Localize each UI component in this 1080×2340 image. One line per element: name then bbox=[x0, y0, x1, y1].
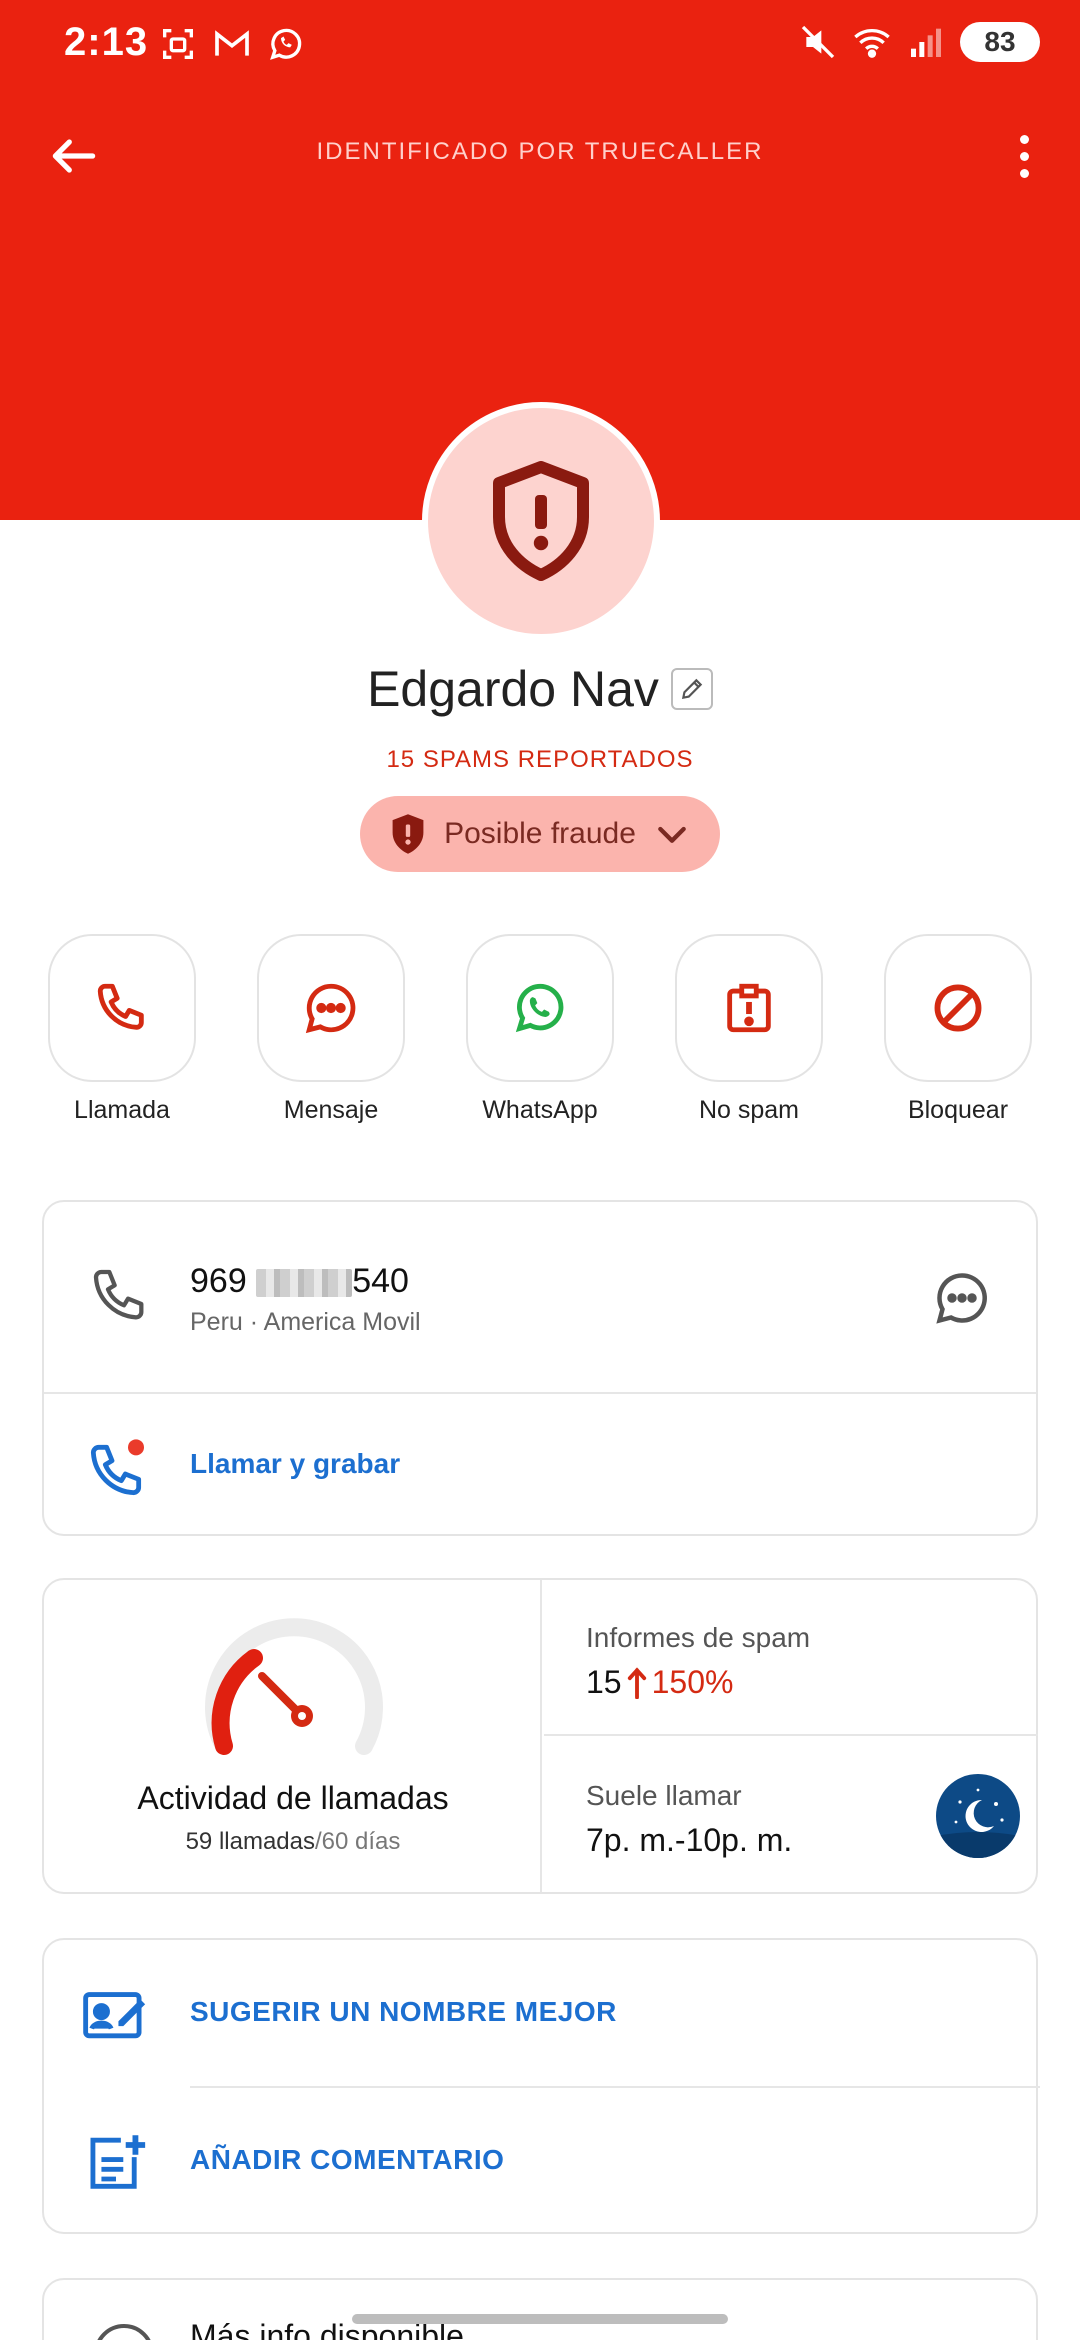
status-time: 2:13 bbox=[64, 20, 149, 64]
message-label: Mensaje bbox=[283, 1096, 379, 1124]
mute-icon bbox=[801, 25, 835, 59]
screenshot-icon bbox=[163, 29, 193, 59]
add-comment-label: AÑADIR COMENTARIO bbox=[190, 2144, 505, 2175]
block-button[interactable] bbox=[884, 934, 1032, 1082]
not-spam-label: No spam bbox=[698, 1096, 800, 1124]
avatar bbox=[422, 402, 660, 640]
redacted-digits bbox=[256, 1269, 353, 1298]
app-bar-title: IDENTIFICADO POR TRUECALLER bbox=[316, 138, 764, 165]
number-card: 969 540 Peru · America Movil Llamar y gr… bbox=[42, 1200, 1038, 1536]
call-and-record-label: Llamar y grabar bbox=[190, 1448, 401, 1479]
info-icon bbox=[94, 2324, 154, 2340]
sms-icon[interactable] bbox=[932, 1268, 992, 1328]
suggest-name-label: SUGERIR UN NOMBRE MEJOR bbox=[190, 1996, 617, 2027]
phone-number-row[interactable]: 969 540 Peru · America Movil bbox=[44, 1202, 1036, 1392]
phone-outline-icon bbox=[93, 1269, 144, 1320]
whatsapp-status-icon bbox=[270, 28, 302, 60]
call-record-icon bbox=[90, 1439, 144, 1496]
quick-actions: Llamada Mensaje WhatsApp No spam Bloquea… bbox=[48, 934, 1032, 1125]
contact-name: Edgardo Nav bbox=[367, 661, 659, 717]
whatsapp-button[interactable] bbox=[466, 934, 614, 1082]
feedback-card: SUGERIR UN NOMBRE MEJOR AÑADIR COMENTARI… bbox=[42, 1938, 1040, 2234]
shield-alert-icon bbox=[493, 461, 589, 581]
suggest-name-row[interactable]: SUGERIR UN NOMBRE MEJOR bbox=[44, 1940, 1036, 2086]
signal-icon bbox=[911, 28, 941, 57]
carrier-info: Peru · America Movil bbox=[190, 1308, 421, 1336]
stats-card: Actividad de llamadas 59 llamadas/60 día… bbox=[42, 1578, 1038, 1894]
activity-title: Actividad de llamadas bbox=[137, 1780, 449, 1816]
battery-indicator: 83 bbox=[960, 22, 1040, 62]
fraud-tag-label: Posible fraude bbox=[444, 817, 636, 850]
edit-contact-icon bbox=[83, 1992, 146, 2039]
call-and-record-row[interactable]: Llamar y grabar bbox=[44, 1394, 1036, 1536]
activity-gauge-icon bbox=[205, 1618, 383, 1755]
not-spam-button[interactable] bbox=[675, 934, 823, 1082]
phone-icon bbox=[97, 983, 144, 1030]
spam-report-count: 15 SPAMS REPORTADOS bbox=[386, 746, 694, 773]
action-whatsapp[interactable]: WhatsApp bbox=[466, 934, 614, 1125]
phone-number: 969 540 bbox=[190, 1262, 409, 1300]
whatsapp-icon bbox=[515, 983, 564, 1033]
usual-call-time-panel: Suele llamar 7p. m.-10p. m. bbox=[544, 1738, 1038, 1894]
gmail-icon bbox=[215, 30, 249, 56]
wifi-icon bbox=[854, 29, 890, 58]
more-options-icon[interactable] bbox=[1004, 124, 1044, 188]
action-call[interactable]: Llamada bbox=[48, 934, 196, 1125]
action-message[interactable]: Mensaje bbox=[257, 934, 405, 1125]
call-label: Llamada bbox=[74, 1096, 170, 1124]
home-indicator[interactable] bbox=[352, 2314, 728, 2324]
spam-reports-panel: Informes de spam 15 150% bbox=[544, 1580, 1038, 1736]
usual-call-value: 7p. m.-10p. m. bbox=[586, 1822, 793, 1858]
spam-reports-label: Informes de spam bbox=[586, 1622, 811, 1653]
more-info-card[interactable]: Más info disponible bbox=[42, 2278, 1038, 2340]
arrow-up-icon bbox=[627, 1666, 646, 1699]
activity-subtitle: 59 llamadas/60 días bbox=[185, 1828, 401, 1855]
fraud-tag-dropdown[interactable]: Posible fraude bbox=[360, 796, 720, 872]
message-icon bbox=[305, 983, 356, 1034]
add-comment-row[interactable]: AÑADIR COMENTARIO bbox=[44, 2088, 1036, 2234]
spam-reports-value: 15 150% bbox=[586, 1664, 734, 1700]
action-not-spam[interactable]: No spam bbox=[675, 934, 823, 1125]
block-label: Bloquear bbox=[907, 1096, 1009, 1124]
shield-icon bbox=[392, 814, 424, 854]
chevron-down-icon bbox=[658, 826, 686, 843]
usual-call-label: Suele llamar bbox=[586, 1780, 742, 1811]
add-note-icon bbox=[90, 2135, 146, 2189]
message-button[interactable] bbox=[257, 934, 405, 1082]
action-block[interactable]: Bloquear bbox=[884, 934, 1032, 1125]
call-activity-panel: Actividad de llamadas 59 llamadas/60 día… bbox=[44, 1580, 542, 1892]
not-spam-icon bbox=[727, 983, 771, 1033]
whatsapp-label: WhatsApp bbox=[482, 1096, 598, 1124]
call-button[interactable] bbox=[48, 934, 196, 1082]
block-icon bbox=[934, 984, 982, 1032]
night-moon-icon bbox=[936, 1774, 1020, 1858]
status-bar: 2:13 83 bbox=[0, 0, 1080, 90]
edit-name-icon[interactable] bbox=[670, 668, 713, 710]
